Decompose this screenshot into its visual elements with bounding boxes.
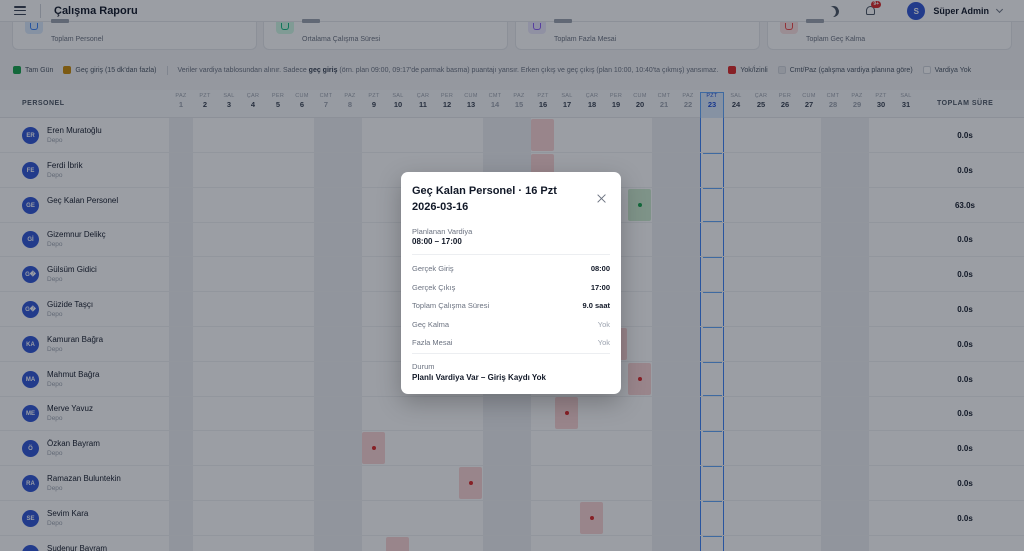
planned-shift-value: 08:00 – 17:00 xyxy=(412,237,462,246)
detail-key: Toplam Çalışma Süresi xyxy=(412,301,490,310)
modal-divider xyxy=(412,254,610,255)
detail-value: Yok xyxy=(597,338,610,347)
day-detail-modal: Geç Kalan Personel · 16 Pzt 2026-03-16 P… xyxy=(401,172,621,394)
detail-key: Fazla Mesai xyxy=(412,338,453,347)
detail-value: 9.0 saat xyxy=(582,301,610,310)
detail-row: Fazla Mesai Yok xyxy=(412,338,610,350)
detail-key: Geç Kalma xyxy=(412,319,450,329)
planned-shift-label: Planlanan Vardiya xyxy=(412,227,473,236)
detail-row: Toplam Çalışma Süresi 9.0 saat xyxy=(412,301,610,313)
detail-key: Gerçek Çıkış xyxy=(412,282,456,292)
detail-value: 08:00 xyxy=(590,264,610,273)
app-page: Çalışma Raporu 9+ S Süper Admin Toplam P… xyxy=(0,0,1024,551)
status-value: Planlı Vardiya Var – Giriş Kaydı Yok xyxy=(412,373,546,382)
status-label: Durum xyxy=(412,362,435,371)
modal-divider xyxy=(412,353,610,354)
detail-row: Gerçek Giriş 08:00 xyxy=(412,264,610,276)
detail-value: 17:00 xyxy=(590,282,610,292)
detail-row: Geç Kalma Yok xyxy=(412,320,610,332)
detail-row: Gerçek Çıkış 17:00 xyxy=(412,283,610,295)
detail-value: Yok xyxy=(597,319,610,329)
detail-key: Gerçek Giriş xyxy=(412,264,454,273)
modal-title: Geç Kalan Personel · 16 Pzt 2026-03-16 xyxy=(412,185,557,213)
close-icon[interactable] xyxy=(597,194,607,204)
